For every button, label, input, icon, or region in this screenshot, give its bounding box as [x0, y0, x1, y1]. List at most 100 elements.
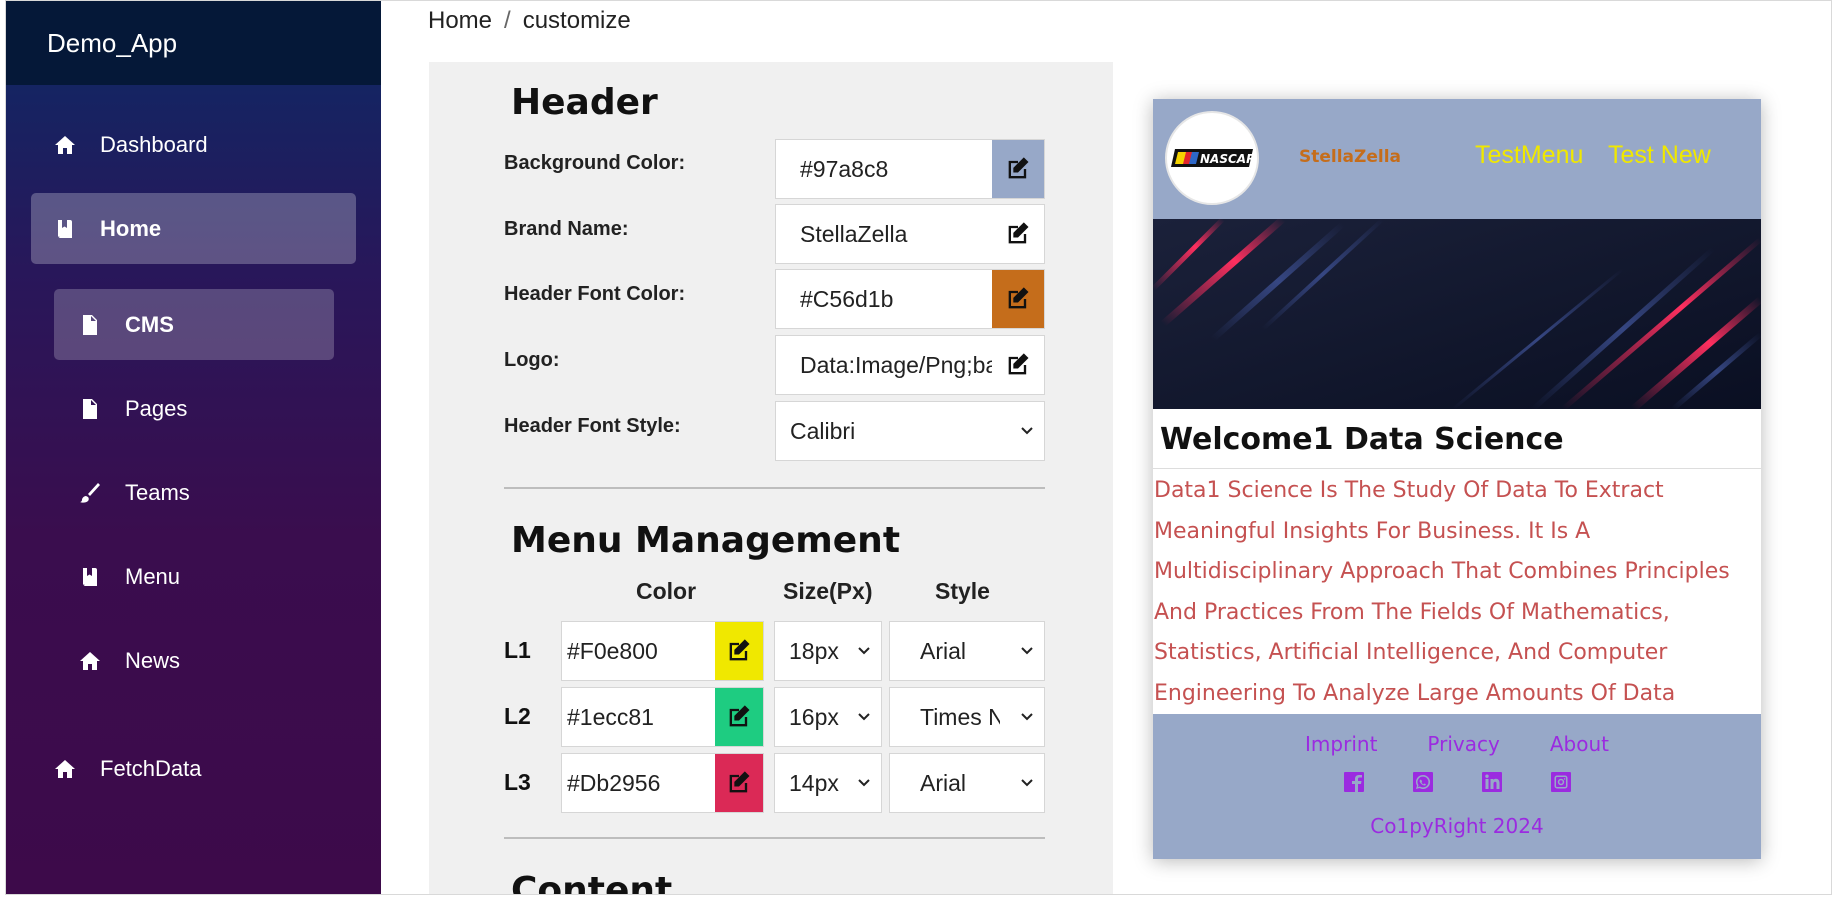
preview-header: NASCAR StellaZella TestMenu Test New [1153, 99, 1761, 219]
divider [504, 487, 1045, 489]
linkedin-icon[interactable] [1480, 770, 1504, 794]
preview-footer: Imprint Privacy About Co1pyRight 2024 [1153, 714, 1761, 859]
style-column-header: Style [935, 578, 990, 604]
menu-l1-size-select[interactable]: 18px [774, 621, 882, 681]
sidebar-item-dashboard[interactable]: Dashboard [52, 125, 208, 165]
app-window: Demo_App Dashboard Home CMS Pages Teams … [5, 0, 1832, 895]
home-icon [52, 756, 78, 782]
sidebar-item-news[interactable]: News [77, 641, 180, 681]
color-column-header: Color [636, 578, 697, 604]
menu-l1-color-value[interactable]: #F0e800 [562, 638, 715, 665]
menu-l1-style-value: Arial [920, 637, 967, 664]
app-brand[interactable]: Demo_App [6, 1, 381, 85]
header-section-title: Header [511, 82, 658, 123]
brush-icon [77, 480, 103, 506]
preview-copyright: Co1pyRight 2024 [1370, 814, 1544, 838]
footer-link-privacy[interactable]: Privacy [1427, 732, 1499, 756]
preview-brand-name: StellaZella [1299, 147, 1402, 167]
header-font-style-label: Header Font Style: [504, 415, 681, 437]
content-section-title: Content [511, 870, 673, 895]
svg-text:NASCAR: NASCAR [1200, 152, 1255, 166]
brand-name-label: Brand Name: [504, 218, 629, 240]
chevron-down-icon [1021, 713, 1033, 721]
background-color-edit-button[interactable] [992, 140, 1044, 198]
chevron-down-icon [858, 713, 870, 721]
menu-l3-color-edit-button[interactable] [715, 754, 763, 812]
sidebar-item-pages[interactable]: Pages [77, 389, 187, 429]
header-font-color-value[interactable]: #C56d1b [776, 286, 992, 313]
menu-l2-size-value: 16px [789, 703, 839, 730]
preview-body-line: Meaningful Insights For Business. It Is … [1154, 518, 1591, 544]
menu-level-label: L3 [504, 769, 531, 795]
preview-body-line: Engineering To Analyze Large Amounts Of … [1154, 680, 1676, 706]
chevron-down-icon [1021, 779, 1033, 787]
menu-l2-size-select[interactable]: 16px [774, 687, 882, 747]
edit-icon [1008, 353, 1029, 375]
sidebar-item-menu[interactable]: Menu [77, 557, 180, 597]
background-color-field[interactable]: #97a8c8 [775, 139, 1045, 199]
edit-icon [729, 639, 750, 661]
preview-menu-item[interactable]: Test New [1608, 141, 1711, 170]
instagram-icon[interactable] [1549, 770, 1573, 794]
hero-banner [1153, 219, 1761, 409]
header-font-style-select[interactable]: Calibri [775, 401, 1045, 461]
menu-l2-color-edit-button[interactable] [715, 688, 763, 746]
brand-name-value[interactable]: StellaZella [776, 221, 992, 248]
sidebar-item-label: Teams [125, 480, 190, 505]
preview-logo: NASCAR [1165, 111, 1259, 205]
background-color-label: Background Color: [504, 152, 686, 174]
chevron-down-icon [1021, 647, 1033, 655]
preview-body-line: Multidisciplinary Approach That Combines… [1154, 559, 1730, 584]
logo-value[interactable]: Data:Image/Png;base64 [776, 352, 992, 379]
header-font-color-field[interactable]: #C56d1b [775, 269, 1045, 329]
whatsapp-icon[interactable] [1411, 770, 1435, 794]
sidebar-item-fetchdata[interactable]: FetchData [52, 749, 202, 789]
sidebar-item-cms[interactable]: CMS [54, 289, 334, 360]
sidebar-item-label: CMS [125, 311, 174, 337]
footer-link-imprint[interactable]: Imprint [1305, 732, 1377, 756]
menu-l3-style-select[interactable]: Arial [889, 753, 1045, 813]
menu-l1-style-select[interactable]: Arial [889, 621, 1045, 681]
menu-l1-color-field[interactable]: #F0e800 [561, 621, 764, 681]
brand-name-edit-button[interactable] [992, 205, 1044, 263]
menu-l2-color-value[interactable]: #1ecc81 [562, 704, 715, 731]
sidebar-item-teams[interactable]: Teams [77, 473, 190, 513]
facebook-icon[interactable] [1342, 770, 1366, 794]
edit-icon [1008, 222, 1029, 244]
book-icon [52, 216, 78, 242]
preview-body-line: And Practices From The Fields Of Mathema… [1154, 599, 1670, 625]
menu-level-label: L2 [504, 703, 531, 729]
logo-edit-button[interactable] [992, 336, 1044, 394]
divider [504, 837, 1045, 839]
menu-l3-size-select[interactable]: 14px [774, 753, 882, 813]
logo-field[interactable]: Data:Image/Png;base64 [775, 335, 1045, 395]
preview-body-text: Data1 Science Is The Study Of Data To Ex… [1154, 471, 1754, 714]
breadcrumb: Home / customize [428, 7, 631, 35]
breadcrumb-home-link[interactable]: Home [428, 7, 492, 35]
header-font-color-edit-button[interactable] [992, 270, 1044, 328]
sidebar-item-label: Menu [125, 564, 181, 589]
logo-label: Logo: [504, 349, 560, 371]
menu-l3-color-field[interactable]: #Db2956 [561, 753, 764, 813]
chevron-down-icon [858, 779, 870, 787]
edit-icon [1008, 157, 1029, 179]
sidebar-item-home[interactable]: Home [31, 193, 356, 264]
breadcrumb-current: customize [522, 7, 631, 34]
menu-management-title: Menu Management [511, 520, 901, 561]
footer-link-about[interactable]: About [1550, 732, 1609, 756]
menu-l1-color-edit-button[interactable] [715, 622, 763, 680]
file-icon [77, 396, 103, 422]
file-icon [77, 312, 103, 338]
menu-l2-color-field[interactable]: #1ecc81 [561, 687, 764, 747]
menu-l2-style-select[interactable]: Times New Roman [889, 687, 1045, 747]
site-preview: NASCAR StellaZella TestMenu Test New Wel… [1153, 99, 1761, 859]
chevron-down-icon [1021, 427, 1033, 435]
preview-menu-item[interactable]: TestMenu [1475, 141, 1583, 170]
background-color-value[interactable]: #97a8c8 [776, 156, 992, 183]
menu-l3-color-value[interactable]: #Db2956 [562, 770, 715, 797]
sidebar-item-label: Home [100, 215, 162, 241]
preview-hero-image [1153, 219, 1761, 409]
chevron-down-icon [858, 647, 870, 655]
brand-name-field[interactable]: StellaZella [775, 204, 1045, 264]
edit-icon [729, 771, 750, 793]
